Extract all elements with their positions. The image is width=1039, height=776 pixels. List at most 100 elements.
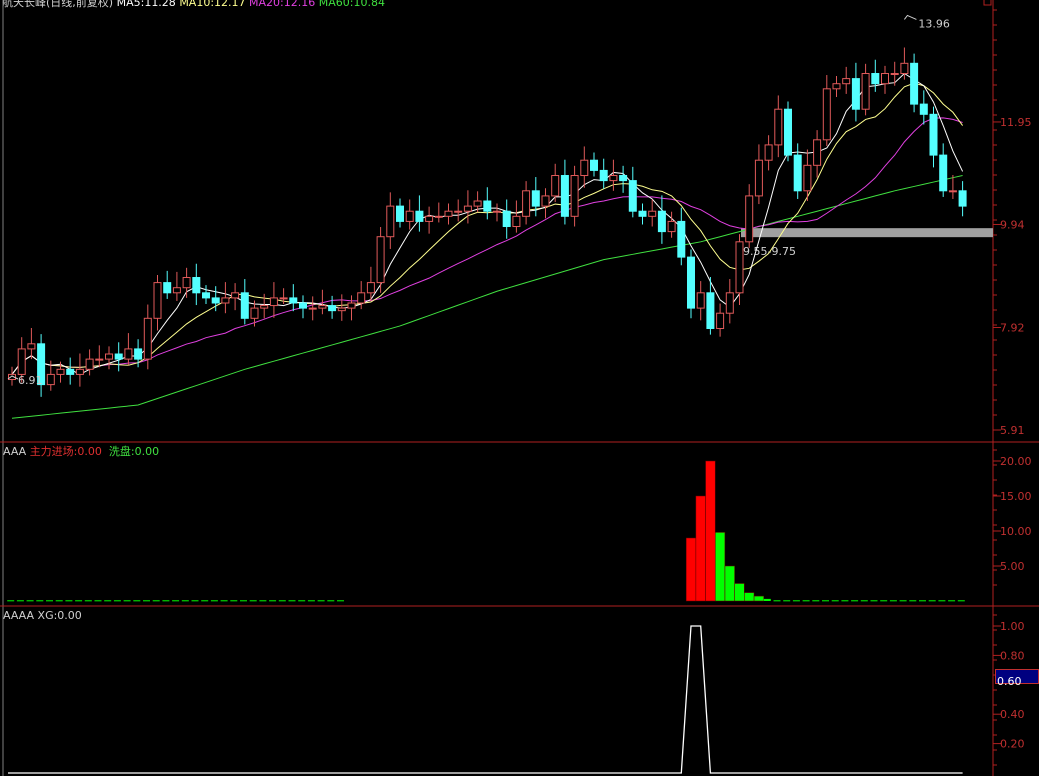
candle-up xyxy=(881,73,889,85)
candle-up xyxy=(17,348,26,375)
xp-bar xyxy=(191,600,199,602)
candle-down xyxy=(619,175,628,182)
candle-up xyxy=(745,195,754,243)
zljc-bar xyxy=(695,495,706,602)
xp-bar xyxy=(763,598,771,601)
candle-down xyxy=(240,292,249,319)
candle-down xyxy=(211,297,220,304)
candle-down xyxy=(163,282,172,294)
candle-up xyxy=(570,175,579,217)
high-pointer xyxy=(904,14,917,20)
axis-tick-label: 1.00 xyxy=(1000,620,1025,633)
xp-bar xyxy=(753,595,764,602)
cursor-value-box: 0.60 xyxy=(995,669,1039,688)
candle-up xyxy=(231,292,240,299)
xp-bar xyxy=(133,600,141,602)
xp-bar xyxy=(75,600,83,602)
candle-up xyxy=(774,108,783,146)
candle-up xyxy=(609,175,618,182)
xp-bar xyxy=(65,600,73,602)
candle-up xyxy=(754,159,763,197)
xp-bar xyxy=(773,600,781,602)
xp-bar xyxy=(919,600,926,602)
candle-down xyxy=(687,256,695,309)
xp-bar xyxy=(278,600,286,602)
candle-up xyxy=(250,307,259,319)
xp-bar xyxy=(162,600,170,602)
candle-down xyxy=(590,159,598,171)
candle-up xyxy=(366,282,375,294)
xp-bar xyxy=(802,600,810,602)
candle-up xyxy=(124,348,133,360)
candle-up xyxy=(172,287,181,294)
candle-down xyxy=(657,210,666,233)
xp-bar xyxy=(948,600,956,602)
xp-bar xyxy=(957,600,965,602)
candle-up xyxy=(143,317,152,360)
xp-bar xyxy=(46,600,53,602)
candle-up xyxy=(337,307,346,312)
candle-up xyxy=(667,220,676,233)
xp-bar xyxy=(783,600,791,602)
candle-down xyxy=(483,200,492,212)
candle-up xyxy=(105,353,113,360)
candle-up xyxy=(454,210,463,213)
xp-bar xyxy=(84,600,92,602)
candle-down xyxy=(66,368,75,375)
axis-tick-label: 0.40 xyxy=(1000,708,1025,721)
candle-up xyxy=(434,215,443,218)
axis-tick-label: 10.00 xyxy=(1000,525,1032,538)
cursor-value: 0.60 xyxy=(997,675,1022,688)
xp-bar xyxy=(7,600,15,602)
candle-up xyxy=(46,373,55,386)
candle-down xyxy=(706,292,715,330)
candle-down xyxy=(929,113,938,156)
xp-bar xyxy=(210,600,218,602)
xp-bar xyxy=(831,600,839,602)
axis-tick-label: 0.20 xyxy=(1000,738,1025,751)
candle-down xyxy=(599,169,608,182)
candle-up xyxy=(85,358,94,370)
candle-up xyxy=(580,159,589,177)
axis-tick-label: 7.92 xyxy=(1000,321,1025,334)
candle-up xyxy=(27,343,36,350)
candle-down xyxy=(289,297,298,304)
zljc-bar xyxy=(705,460,716,602)
xp-bar xyxy=(715,532,726,602)
axis-tick-label: 11.95 xyxy=(1000,116,1032,129)
xg-line xyxy=(8,625,963,774)
xp-bar xyxy=(880,600,888,602)
candle-down xyxy=(299,302,307,309)
candle-down xyxy=(677,220,686,258)
candle-down xyxy=(396,205,404,222)
axis-tick-label: 0.80 xyxy=(1000,649,1025,662)
axis-tick-label: 9.94 xyxy=(1000,218,1025,231)
xp-bar xyxy=(860,600,868,602)
xp-bar xyxy=(123,600,131,602)
xp-bar xyxy=(812,600,820,602)
candle-down xyxy=(910,62,919,105)
candle-up xyxy=(153,282,162,319)
candle-up xyxy=(405,210,414,222)
xp-bar xyxy=(113,600,121,602)
candle-up xyxy=(347,302,356,309)
candle-up xyxy=(425,215,434,222)
candle-up xyxy=(803,164,812,192)
stock-chart[interactable]: 11.959.947.925.919.55-9.7513.966.9120.00… xyxy=(0,0,1039,776)
candle-up xyxy=(269,297,278,307)
xp-bar xyxy=(143,600,150,602)
xp-bar xyxy=(220,600,228,602)
candle-down xyxy=(793,154,802,192)
candle-down xyxy=(871,73,880,85)
xp-bar xyxy=(851,600,859,602)
candle-up xyxy=(56,368,65,375)
candle-up xyxy=(861,73,870,110)
candle-down xyxy=(939,154,948,192)
xp-bar xyxy=(744,592,755,602)
candle-up xyxy=(541,195,550,207)
candle-up xyxy=(221,297,230,304)
xp-bar xyxy=(16,600,24,602)
xp-bar xyxy=(337,600,344,602)
xp-bar xyxy=(307,600,315,602)
candle-down xyxy=(638,210,647,217)
